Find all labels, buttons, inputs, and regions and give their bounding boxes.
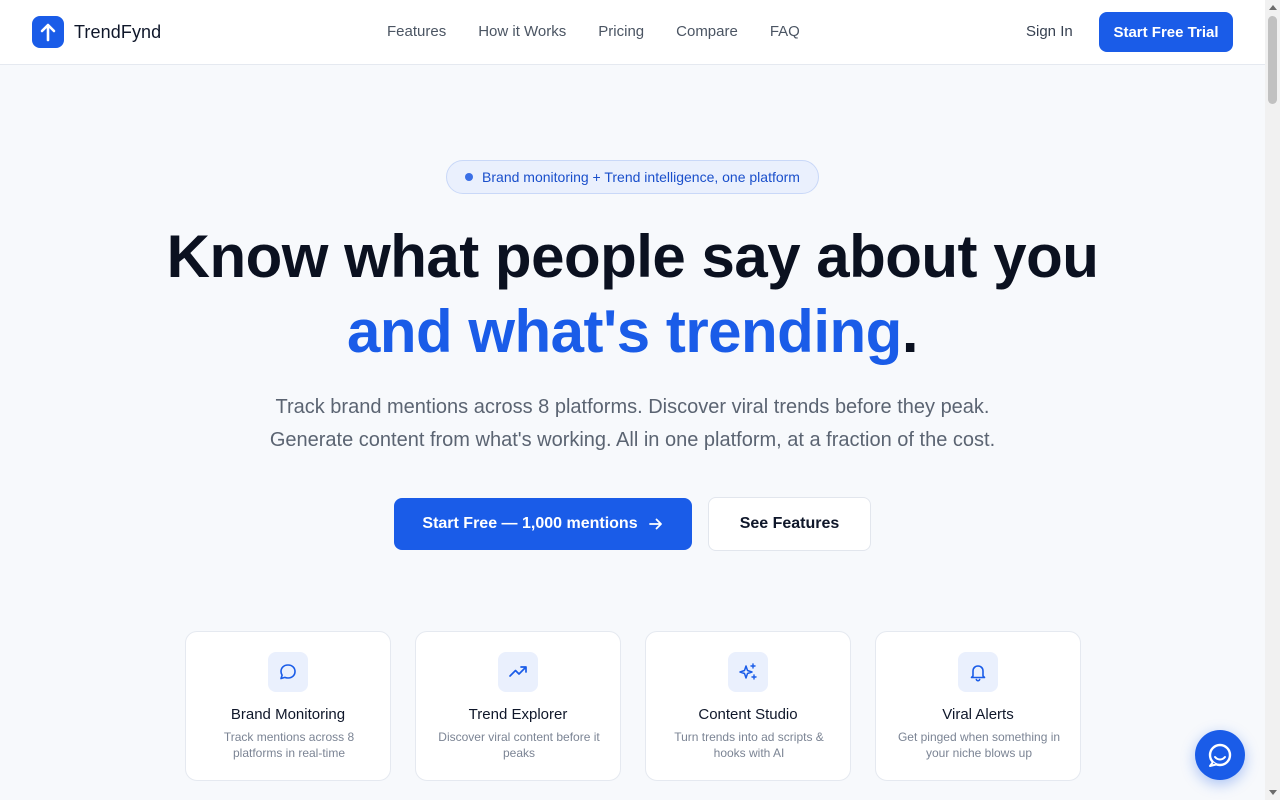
site-header: TrendFynd Features How it Works Pricing …: [0, 0, 1265, 65]
sign-in-link[interactable]: Sign In: [1026, 23, 1073, 41]
feature-description: Track mentions across 8 platforms in rea…: [223, 730, 355, 760]
arrow-right-icon: [648, 516, 664, 532]
feature-title: Viral Alerts: [942, 706, 1014, 723]
hero-subtitle-line-2: Generate content from what's working. Al…: [269, 429, 996, 451]
feature-description: Turn trends into ad scripts & hooks with…: [674, 730, 824, 760]
nav-item-features[interactable]: Features: [387, 23, 446, 41]
scroll-up-arrow-icon[interactable]: [1269, 5, 1277, 10]
trending-up-icon: [498, 652, 538, 692]
main-nav: Features How it Works Pricing Compare FA…: [387, 23, 832, 41]
see-features-button[interactable]: See Features: [708, 497, 871, 551]
sparkles-icon: [728, 652, 768, 692]
nav-item-compare[interactable]: Compare: [676, 23, 738, 41]
feature-card-brand-monitoring[interactable]: Brand Monitoring Track mentions across 8…: [185, 631, 391, 781]
nav-item-pricing[interactable]: Pricing: [598, 23, 644, 41]
start-free-button[interactable]: Start Free — 1,000 mentions: [394, 498, 692, 550]
feature-title: Content Studio: [698, 706, 798, 723]
scrollbar-thumb[interactable]: [1268, 16, 1277, 104]
nav-item-how-it-works[interactable]: How it Works: [478, 23, 566, 41]
hero-headline-line-1: Know what people say about you: [166, 223, 1099, 290]
chat-bubble-icon: [268, 652, 308, 692]
nav-item-faq[interactable]: FAQ: [770, 23, 800, 41]
hero-badge-text: Brand monitoring + Trend intelligence, o…: [482, 169, 800, 185]
bell-icon: [958, 652, 998, 692]
hero-subtitle-line-1: Track brand mentions across 8 platforms.…: [275, 396, 990, 418]
start-free-button-label: Start Free — 1,000 mentions: [422, 515, 638, 532]
feature-description: Get pinged when something in your niche …: [897, 730, 1061, 760]
hero-headline-highlight: and what's trending: [347, 298, 902, 365]
feature-card-trend-explorer[interactable]: Trend Explorer Discover viral content be…: [415, 631, 621, 781]
chat-button[interactable]: [1195, 730, 1245, 780]
scroll-down-arrow-icon[interactable]: [1269, 790, 1277, 795]
feature-title: Brand Monitoring: [230, 706, 346, 723]
dot-icon: [465, 173, 474, 181]
hero-headline-line-2: and what's trending.: [0, 295, 1265, 369]
start-free-trial-button[interactable]: Start Free Trial: [1099, 12, 1233, 52]
feature-description: Discover viral content before it peaks: [438, 730, 600, 760]
feature-card-content-studio[interactable]: Content Studio Turn trends into ad scrip…: [645, 631, 851, 781]
logo[interactable]: TrendFynd: [32, 16, 161, 48]
logo-arrow-icon: [32, 16, 64, 48]
feature-card-viral-alerts[interactable]: Viral Alerts Get pinged when something i…: [875, 631, 1081, 781]
chat-icon: [1205, 740, 1235, 770]
hero-badge: Brand monitoring + Trend intelligence, o…: [446, 160, 819, 194]
page-scrollbar[interactable]: [1265, 0, 1280, 800]
brand-name: TrendFynd: [74, 21, 162, 42]
feature-title: Trend Explorer: [468, 706, 568, 723]
hero-headline-period: .: [901, 298, 919, 365]
